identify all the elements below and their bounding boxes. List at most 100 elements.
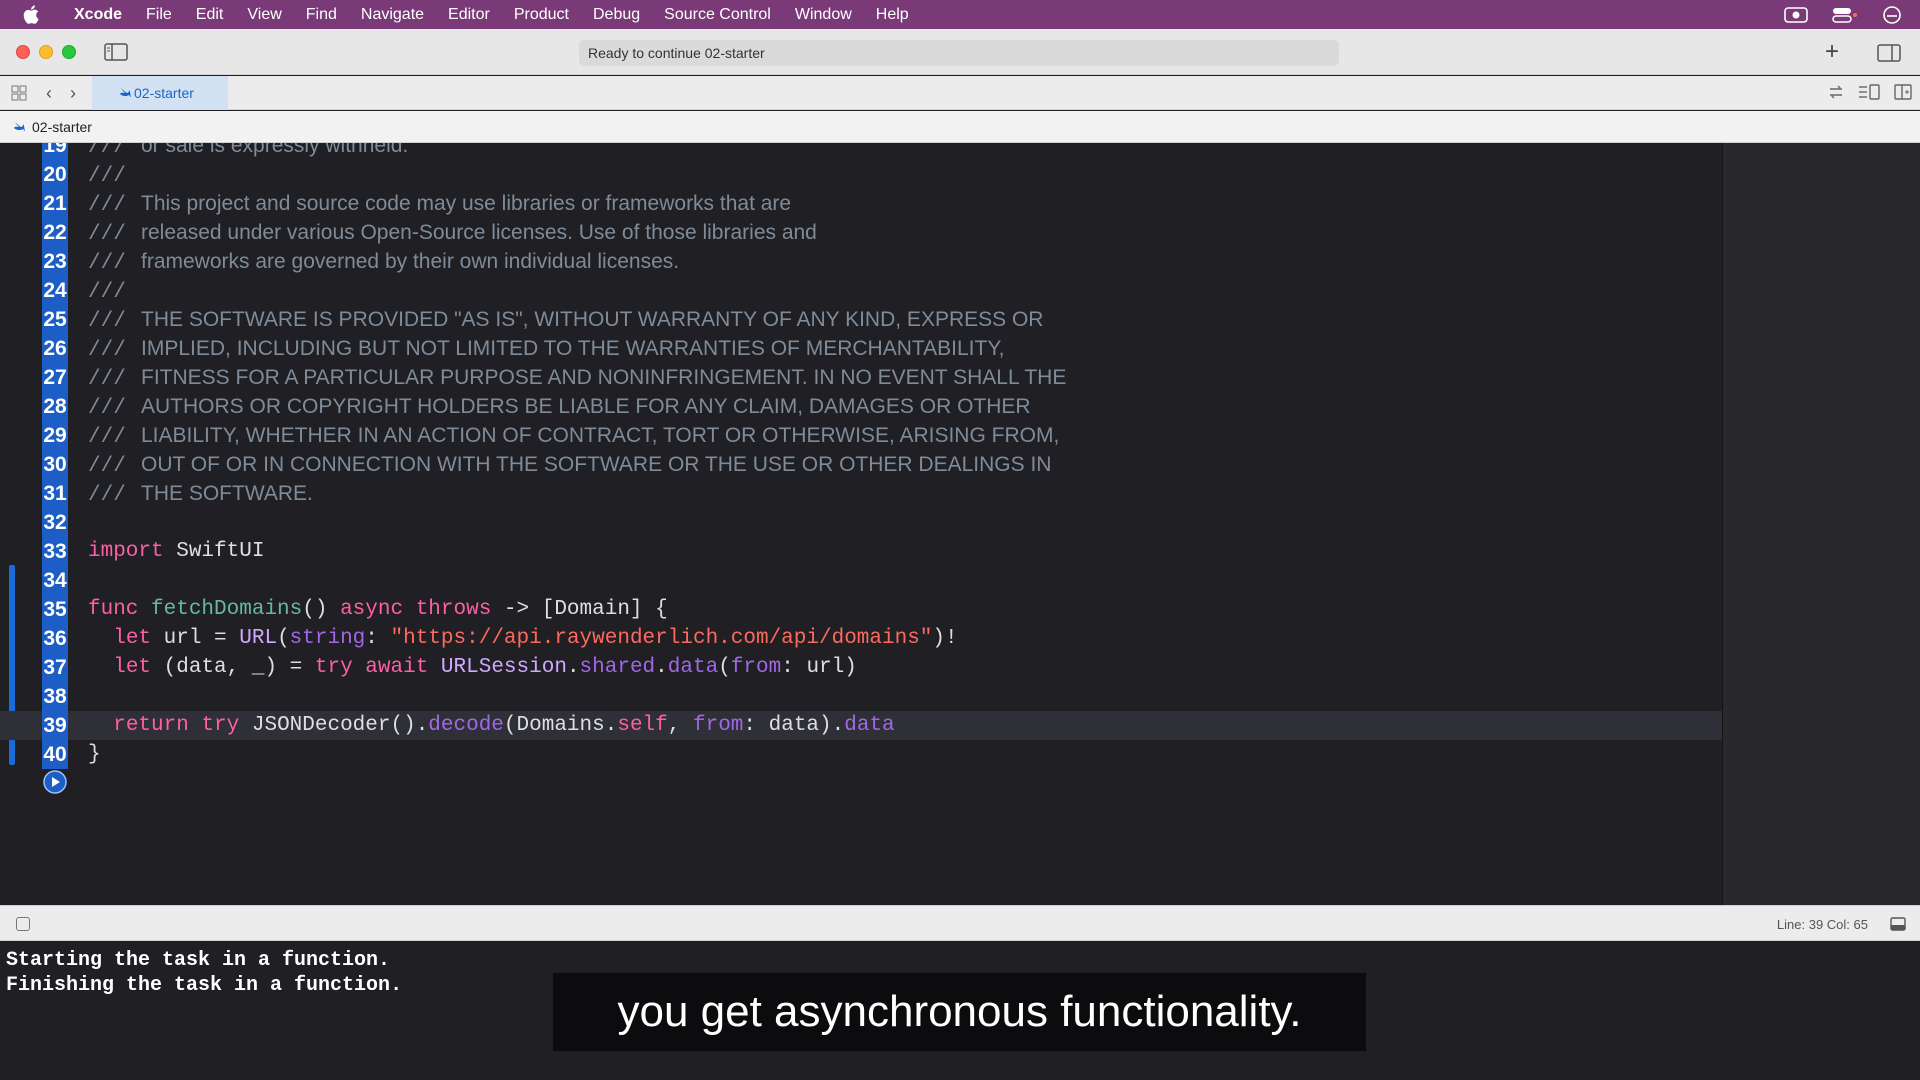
navigator-toggle-icon[interactable]: [104, 43, 128, 61]
comment-prefix: ///: [88, 455, 126, 478]
editor-options-icon[interactable]: [1858, 84, 1880, 100]
line-number: 39: [42, 711, 68, 740]
navigate-forward-icon[interactable]: ›: [70, 83, 76, 104]
line-number: 20: [42, 160, 68, 189]
argument-label: string: [289, 627, 366, 650]
code-token: ,: [667, 714, 693, 737]
related-items-grid-icon[interactable]: [11, 85, 27, 101]
code-token: (data, _) =: [151, 656, 315, 679]
keyword-import: import: [88, 540, 164, 563]
keyword-async: async: [340, 598, 404, 621]
editor-options-area: [1828, 84, 1912, 100]
menubar-status-area: [1784, 0, 1902, 29]
comment-prefix: ///: [88, 310, 126, 333]
comment-prefix: ///: [88, 426, 126, 449]
keyword-func: func: [88, 598, 139, 621]
line-number: 34: [42, 566, 68, 595]
code-token: -> [Domain] {: [491, 598, 668, 621]
inspector-toggle-icon[interactable]: [1877, 44, 1901, 62]
code-line: 37 let (data, _) = try await URLSession.…: [0, 653, 1722, 682]
code-line: 29 /// LIABILITY, WHETHER IN AN ACTION OF …: [0, 421, 1722, 450]
apple-menu-icon[interactable]: [0, 5, 62, 24]
editor-tab-bar: ‹ › 02-starter: [0, 76, 1920, 110]
swift-file-icon: [120, 88, 131, 97]
navigate-back-icon[interactable]: ‹: [46, 83, 52, 104]
line-number: 38: [42, 682, 68, 711]
keyword-try: try: [201, 714, 240, 737]
menu-find[interactable]: Find: [294, 0, 349, 29]
add-library-button[interactable]: +: [1825, 40, 1839, 64]
swift-project-icon: [14, 122, 25, 131]
line-number: 25: [42, 305, 68, 334]
code-line: 28 /// AUTHORS OR COPYRIGHT HOLDERS BE LIA…: [0, 392, 1722, 421]
tab-label: 02-starter: [134, 85, 194, 101]
add-editor-icon[interactable]: [1894, 84, 1912, 100]
menu-help[interactable]: Help: [864, 0, 921, 29]
comment-text: AUTHORS OR COPYRIGHT HOLDERS BE LIABLE F…: [141, 395, 1031, 418]
menu-xcode[interactable]: Xcode: [62, 0, 134, 29]
code-line: 23 /// frameworks are governed by their ow…: [0, 247, 1722, 276]
screen-record-icon[interactable]: [1784, 6, 1808, 24]
control-center-icon[interactable]: [1832, 6, 1858, 24]
code-line: 31 /// THE SOFTWARE.: [0, 479, 1722, 508]
menu-editor[interactable]: Editor: [436, 0, 502, 29]
line-number: 29: [42, 421, 68, 450]
code-token: )!: [932, 627, 958, 650]
swap-editor-icon[interactable]: [1828, 85, 1844, 99]
menu-file[interactable]: File: [134, 0, 184, 29]
code-token: .: [655, 656, 668, 679]
jump-bar-file[interactable]: 02-starter: [32, 119, 92, 135]
console-line: Starting the task in a function.: [6, 949, 391, 972]
run-function-icon[interactable]: [42, 769, 68, 795]
siri-icon[interactable]: [1882, 5, 1902, 25]
function-name: fetchDomains: [138, 598, 303, 621]
code-line: 34: [0, 566, 1722, 595]
comment-text: frameworks are governed by their own ind…: [141, 250, 680, 273]
keyword-let: let: [113, 627, 152, 650]
menu-debug[interactable]: Debug: [581, 0, 652, 29]
menu-window[interactable]: Window: [783, 0, 864, 29]
type-url: URL: [239, 627, 278, 650]
method-decode: decode: [428, 714, 504, 737]
comment-text: OUT OF OR IN CONNECTION WITH THE SOFTWAR…: [141, 453, 1052, 476]
code-line: 24 ///: [0, 276, 1722, 305]
code-token: (Domains.: [503, 714, 618, 737]
menu-view[interactable]: View: [235, 0, 293, 29]
code-line: 21 /// This project and source code may us…: [0, 189, 1722, 218]
line-number: 37: [42, 653, 68, 682]
menu-source-control[interactable]: Source Control: [652, 0, 783, 29]
menu-edit[interactable]: Edit: [184, 0, 236, 29]
code-line: 33 import SwiftUI: [0, 537, 1722, 566]
activity-status-field: Ready to continue 02-starter: [579, 40, 1339, 66]
comment-prefix: ///: [88, 223, 126, 246]
comment-text: released under various Open-Source licen…: [141, 221, 817, 244]
keyword-let: let: [113, 656, 152, 679]
comment-prefix: ///: [88, 368, 126, 391]
code-line: 26 /// IMPLIED, INCLUDING BUT NOT LIMITED …: [0, 334, 1722, 363]
minimize-window-button[interactable]: [39, 45, 53, 59]
code-line: 20 ///: [0, 160, 1722, 189]
keyword-throws: throws: [415, 598, 492, 621]
hide-debug-area-checkbox[interactable]: [16, 917, 30, 931]
minimap[interactable]: [1722, 143, 1920, 905]
property-data: data: [844, 714, 895, 737]
toggle-console-icon[interactable]: [1890, 917, 1906, 931]
line-number: 36: [42, 624, 68, 653]
menu-navigate[interactable]: Navigate: [349, 0, 436, 29]
keyword-await: await: [365, 656, 429, 679]
source-editor[interactable]: 19///or sale is expressly withheld. 20//…: [0, 143, 1722, 905]
closing-brace: }: [88, 743, 101, 766]
video-caption: you get asynchronous functionality.: [553, 973, 1366, 1051]
menu-bar: Xcode File Edit View Find Navigate Edito…: [0, 0, 1920, 29]
property-shared: shared: [579, 656, 656, 679]
line-number: 35: [42, 595, 68, 624]
zoom-window-button[interactable]: [62, 45, 76, 59]
close-window-button[interactable]: [16, 45, 30, 59]
comment-text: THE SOFTWARE IS PROVIDED "AS IS", WITHOU…: [141, 308, 1044, 331]
code-line: 38: [0, 682, 1722, 711]
menu-product[interactable]: Product: [502, 0, 581, 29]
tab-02-starter[interactable]: 02-starter: [92, 76, 228, 110]
comment-text: FITNESS FOR A PARTICULAR PURPOSE AND NON…: [141, 366, 1067, 389]
